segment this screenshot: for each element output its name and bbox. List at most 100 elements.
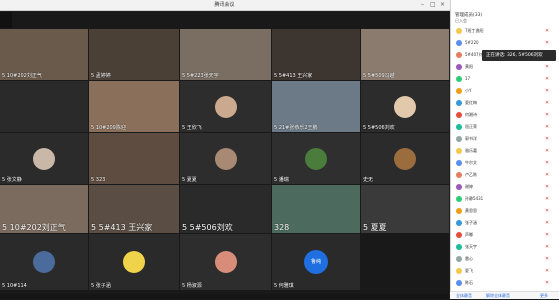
member-avatar: [456, 280, 462, 286]
video-tile[interactable]: 5 5#506刘欢: [361, 81, 449, 132]
member-row[interactable]: 孙静5431 ✕: [451, 194, 559, 205]
mic-muted-icon[interactable]: ✕: [545, 172, 549, 178]
participant-name: 5 何雅琪: [274, 283, 294, 289]
member-avatar: [456, 196, 462, 202]
video-tile[interactable]: 5 21#张恭乐2王鹏: [272, 81, 360, 132]
video-tile[interactable]: 5 5#413 王兴家: [89, 185, 179, 233]
participant-name: 5 5#413 王兴家: [91, 223, 153, 232]
minimize-icon[interactable]: –: [421, 2, 424, 8]
member-row[interactable]: 黄阳 ✕: [451, 62, 559, 73]
video-tile[interactable]: 5 10#114: [0, 234, 88, 290]
member-name: 5#220: [465, 40, 479, 45]
member-row[interactable]: 何湘诗 ✕: [451, 110, 559, 121]
video-tile[interactable]: 5 张文静: [0, 133, 88, 184]
mic-muted-icon[interactable]: ✕: [545, 196, 549, 202]
video-tile[interactable]: 史无: [361, 133, 449, 184]
video-tile[interactable]: 5 5#506刘欢: [180, 185, 271, 233]
member-name: 黄阳: [465, 64, 473, 69]
member-row[interactable]: 夏飞 ✕: [451, 266, 559, 277]
mic-muted-icon[interactable]: ✕: [545, 268, 549, 274]
member-row[interactable]: 牛尔文 ✕: [451, 158, 559, 169]
window-title: 腾讯会议: [214, 2, 235, 8]
member-row[interactable]: 谢婷 ✕: [451, 182, 559, 193]
maximize-icon[interactable]: □: [430, 2, 436, 8]
close-icon[interactable]: ×: [440, 2, 445, 8]
video-tile[interactable]: 5 5#413 王兴家: [272, 29, 360, 80]
video-tile[interactable]: 5 10#202刘正气: [0, 185, 88, 233]
member-row[interactable]: 郭书洋 ✕: [451, 134, 559, 145]
mic-muted-icon[interactable]: ✕: [545, 112, 549, 118]
mic-muted-icon[interactable]: ✕: [545, 244, 549, 250]
video-tile[interactable]: 5 潘瑞: [272, 133, 360, 184]
avatar: [33, 251, 55, 273]
video-tile[interactable]: 鲁纯 5 何雅琪: [272, 234, 360, 290]
member-row[interactable]: 夏红梅 ✕: [451, 98, 559, 109]
mic-muted-icon[interactable]: ✕: [545, 280, 549, 286]
mic-muted-icon[interactable]: ✕: [545, 64, 549, 70]
mic-muted-icon[interactable]: ✕: [545, 88, 549, 94]
video-tile[interactable]: 5 夏夏: [180, 133, 271, 184]
video-tile[interactable]: 5 5#223张天宇: [180, 29, 271, 80]
participant-name: 5 5#509冯越: [363, 73, 395, 79]
mic-muted-icon[interactable]: ✕: [545, 40, 549, 46]
member-name: 小Y: [465, 88, 472, 93]
avatar: [123, 251, 145, 273]
mic-muted-icon[interactable]: ✕: [545, 100, 549, 106]
mic-muted-icon[interactable]: ✕: [545, 160, 549, 166]
participant-name: 5 张文静: [2, 177, 22, 183]
mic-muted-icon[interactable]: ✕: [545, 148, 549, 154]
mic-muted-icon[interactable]: ✕: [545, 28, 549, 34]
member-name: 屈正荣: [465, 124, 477, 129]
video-tile[interactable]: 5 10#209陈迎: [89, 81, 179, 132]
video-tile[interactable]: 5 夏夏: [361, 185, 449, 233]
member-name: 张子涵: [465, 220, 477, 225]
member-row[interactable]: 张子涵 ✕: [451, 218, 559, 229]
view-toggle[interactable]: [0, 12, 12, 28]
member-row[interactable]: 骆乐嘉 ✕: [451, 146, 559, 157]
mic-muted-icon[interactable]: ✕: [545, 232, 549, 238]
member-name: 陈石: [465, 280, 473, 285]
member-row[interactable]: 张天宇 ✕: [451, 242, 559, 253]
mic-muted-icon[interactable]: ✕: [545, 76, 549, 82]
mic-muted-icon[interactable]: ✕: [545, 208, 549, 214]
participant-name: 5 5#506刘欢: [182, 223, 233, 232]
mic-muted-icon[interactable]: ✕: [545, 136, 549, 142]
participant-name: 5 323: [91, 177, 106, 183]
member-name: 孙静5431: [465, 196, 484, 201]
video-tile[interactable]: 5 10#202刘正气: [0, 29, 88, 80]
member-row[interactable]: 5#220 ✕: [451, 38, 559, 49]
mic-muted-icon[interactable]: ✕: [545, 220, 549, 226]
video-tile[interactable]: [0, 81, 88, 132]
video-tile[interactable]: 5 杨淑源: [180, 234, 271, 290]
mic-muted-icon[interactable]: ✕: [545, 184, 549, 190]
video-tile[interactable]: 5 323: [89, 133, 179, 184]
video-tile[interactable]: 5 孟婷婷: [89, 29, 179, 80]
member-row[interactable]: 黄思思 ✕: [451, 206, 559, 217]
member-avatar: [456, 100, 462, 106]
member-name: 牛尔文: [465, 160, 477, 165]
member-row[interactable]: 声嘟 ✕: [451, 230, 559, 241]
mic-muted-icon[interactable]: ✕: [545, 256, 549, 262]
member-row[interactable]: 17 ✕: [451, 74, 559, 85]
member-row[interactable]: 7班丁逸阳 ✕: [451, 26, 559, 37]
member-avatar: [456, 136, 462, 142]
member-row[interactable]: 小Y ✕: [451, 86, 559, 97]
member-avatar: [456, 88, 462, 94]
member-row[interactable]: 雷心 ✕: [451, 254, 559, 265]
participant-name: 5 夏夏: [363, 223, 387, 232]
member-name: 雷心: [465, 256, 473, 261]
member-row[interactable]: 卢乙陈 ✕: [451, 170, 559, 181]
video-tile[interactable]: 5 王欣飞: [180, 81, 271, 132]
member-panel-subtitle: 已入会: [455, 18, 467, 23]
participant-name: 5 王欣飞: [182, 125, 202, 131]
member-row[interactable]: 陈石 ✕: [451, 278, 559, 289]
member-row[interactable]: 屈正荣 ✕: [451, 122, 559, 133]
video-tile[interactable]: 328: [272, 185, 360, 233]
video-tile[interactable]: 5 张子涵: [89, 234, 179, 290]
video-tile[interactable]: 5 5#509冯越: [361, 29, 449, 80]
avatar: [305, 147, 327, 170]
member-avatar: [456, 220, 462, 226]
member-avatar: [456, 244, 462, 250]
participant-name: 5 10#114: [2, 283, 27, 289]
mic-muted-icon[interactable]: ✕: [545, 124, 549, 130]
